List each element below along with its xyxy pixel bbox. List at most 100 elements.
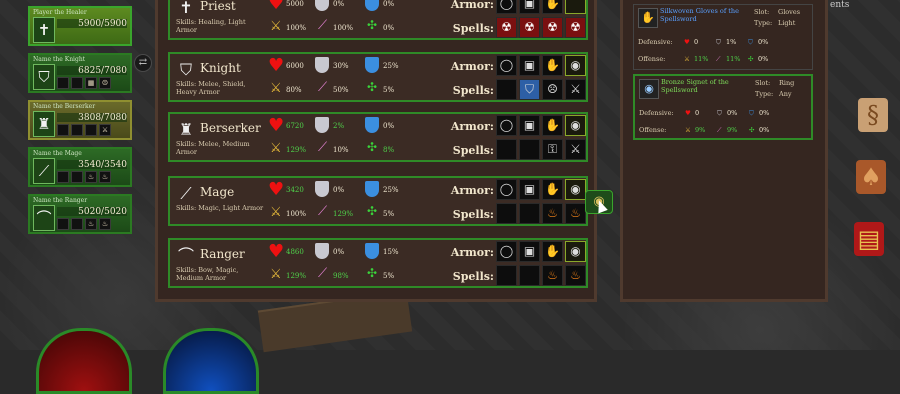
offense-label: Offense: [638, 55, 666, 63]
defensive-label: Defensive: [638, 38, 673, 46]
armor-slot[interactable]: ✋ [542, 115, 563, 136]
spell-slot[interactable]: ☹ [542, 79, 563, 100]
character-name: Knight [200, 61, 241, 75]
quick-slot[interactable]: ☹ [99, 77, 111, 89]
spell-slot[interactable]: ♨ [542, 265, 563, 286]
spell-slot[interactable] [496, 265, 517, 286]
defense-shield-icon [315, 117, 329, 133]
quick-slot[interactable] [57, 218, 69, 230]
crit-icon: ✣ [367, 80, 378, 94]
armor-slot[interactable]: ◯ [496, 179, 517, 200]
party-member-card[interactable]: Player the Healer ✝ 5900/5900 [28, 6, 132, 46]
quick-slot[interactable]: ♨ [85, 171, 97, 183]
offense-value: 100% [286, 24, 307, 32]
spell-slot[interactable]: ☢ [565, 17, 586, 38]
armor-slot[interactable]: ▣ [519, 241, 540, 262]
swap-icon[interactable]: ⇄ [134, 54, 152, 72]
helmet-icon: ♜ [33, 111, 55, 137]
armor-slot[interactable]: ◉ [565, 115, 586, 136]
spell-slot[interactable]: ⚔ [565, 139, 586, 160]
spells-label: Spells: [452, 22, 494, 35]
spell-slot[interactable]: ♨ [565, 265, 586, 286]
armor-label: Armor: [450, 0, 494, 11]
quick-slot[interactable] [71, 171, 83, 183]
character-row-mage[interactable]: ⟋ Mage Skills: Magic, Light Armor ♥ 3420 0% 25… [168, 176, 588, 226]
spell-slot[interactable] [519, 203, 540, 224]
offense-value: 100% [286, 210, 307, 218]
backpack-icon[interactable]: ♠ [856, 160, 886, 194]
spell-slot[interactable]: ⚿ [542, 139, 563, 160]
armor-label: Armor: [450, 120, 494, 133]
spell-slot[interactable] [496, 203, 517, 224]
bonus-value: 0% [727, 109, 738, 117]
character-row-berserker[interactable]: ♜ Berserker Skills: Melee, Medium Armor ♥ 67… [168, 112, 588, 162]
party-member-card[interactable]: Name the Berserker ♜ 3808/7080 ⚔ [28, 100, 132, 140]
spell-slot[interactable]: ⚔ [565, 79, 586, 100]
quick-slot[interactable] [57, 124, 69, 136]
armor-slot[interactable] [565, 0, 586, 14]
spell-slot[interactable] [519, 265, 540, 286]
item-name: Bronze Signet of the Spellsword [661, 78, 729, 94]
armor-slot[interactable]: ▣ [519, 0, 540, 14]
crit-value: 8% [383, 146, 395, 154]
spell-slot[interactable]: ☢ [542, 17, 563, 38]
spell-slot[interactable]: ⛉ [519, 79, 540, 100]
spell-slot[interactable] [496, 139, 517, 160]
class-icon: ♜ [178, 120, 194, 139]
magic-defense-value: 0% [383, 0, 395, 8]
wand-icon: ⟋ [318, 18, 328, 33]
armor-slot[interactable]: ◯ [496, 0, 517, 14]
armor-slot[interactable]: ✋ [542, 0, 563, 14]
sword-icon: ⚔ [685, 126, 691, 134]
armor-slot[interactable]: ◉ [565, 179, 586, 200]
quick-slot[interactable] [57, 77, 69, 89]
scroll-icon[interactable]: § [858, 98, 888, 132]
spell-slot[interactable] [519, 139, 540, 160]
quick-slot[interactable]: ♨ [85, 218, 97, 230]
party-member-hp: 3540/3540 [78, 160, 127, 170]
quick-slot[interactable] [85, 124, 97, 136]
quick-slot[interactable]: ⚔ [99, 124, 111, 136]
armor-slot[interactable]: ✋ [542, 55, 563, 76]
bonus-value: 0% [758, 38, 769, 46]
party-member-slots: ♨ ♨ [57, 218, 111, 230]
quick-slot[interactable] [71, 124, 83, 136]
spell-slot[interactable]: ♨ [542, 203, 563, 224]
crit-value: 0% [383, 24, 395, 32]
character-name: Ranger [200, 247, 245, 261]
quick-slot[interactable]: ♨ [99, 218, 111, 230]
armor-slot[interactable]: ✋ [542, 241, 563, 262]
quick-slot[interactable]: ▦ [85, 77, 97, 89]
spellbook-icon[interactable]: ▤ [854, 222, 884, 256]
character-skills: Skills: Bow, Magic, Medium Armor [176, 266, 239, 282]
spell-slot[interactable]: ☢ [496, 17, 517, 38]
quick-slot[interactable] [71, 77, 83, 89]
armor-slot[interactable]: ◉ [565, 55, 586, 76]
armor-slot[interactable]: ✋ [542, 179, 563, 200]
armor-slot[interactable]: ▣ [519, 55, 540, 76]
spell-slot[interactable] [496, 79, 517, 100]
type-value: Light [778, 19, 796, 27]
quick-slot[interactable]: ♨ [99, 171, 111, 183]
party-member-card[interactable]: Name the Ranger ⌒ 5020/5020 ♨ ♨ [28, 194, 132, 234]
party-member-card[interactable]: Name the Knight ⛉ 6825/7080 ▦ ☹ [28, 53, 132, 93]
character-row-ranger[interactable]: ⌒ Ranger Skills: Bow, Magic, Medium Armor ♥… [168, 238, 588, 288]
armor-slot[interactable]: ◯ [496, 55, 517, 76]
character-row-priest[interactable]: ✝ Priest Skills: Healing, Light Armor ♥ 5000… [168, 0, 588, 40]
spell-slot[interactable]: ☢ [519, 17, 540, 38]
quick-slot[interactable] [71, 218, 83, 230]
armor-slot[interactable]: ◉ [565, 241, 586, 262]
armor-slot[interactable]: ◯ [496, 241, 517, 262]
class-icon: ✝ [179, 0, 193, 17]
quick-slot[interactable] [57, 171, 69, 183]
character-row-knight[interactable]: ⛉ Knight Skills: Melee, Shield, Heavy Armo… [168, 52, 588, 102]
armor-slot[interactable]: ▣ [519, 179, 540, 200]
armor-slot[interactable]: ◯ [496, 115, 517, 136]
type-label: Type: [755, 90, 774, 98]
party-member-slots: ⚔ [57, 124, 111, 136]
party-member-card[interactable]: Name the Mage ⟋ 3540/3540 ♨ ♨ [28, 147, 132, 187]
defensive-label: Defensive: [639, 109, 674, 117]
defense-shield-icon [315, 243, 329, 259]
spell-slot[interactable]: ♨ [565, 203, 586, 224]
armor-slot[interactable]: ▣ [519, 115, 540, 136]
